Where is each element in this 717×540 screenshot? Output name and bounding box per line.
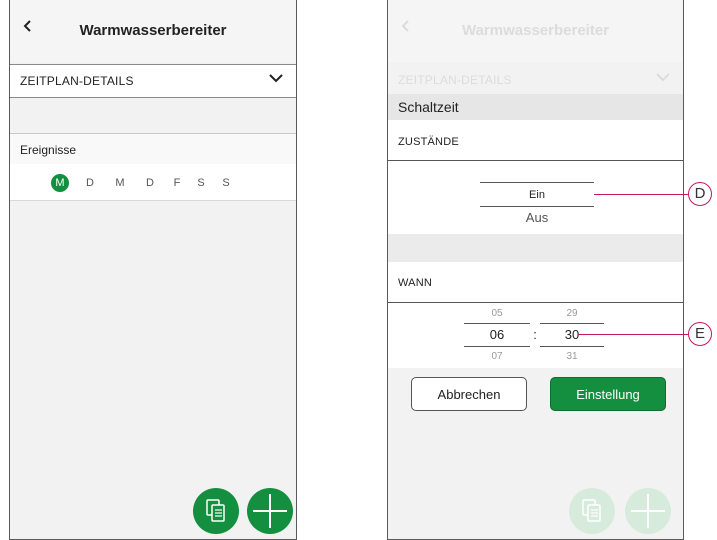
callout-e-label: E — [688, 322, 712, 346]
when-label: WANN — [398, 277, 432, 289]
copy-icon — [206, 499, 225, 522]
copy-schedule-button[interactable] — [193, 488, 239, 534]
chevron-down-icon — [269, 74, 283, 83]
callout-e-leader — [578, 334, 688, 335]
states-section-header: ZUSTÄNDE — [388, 120, 683, 161]
switch-time-header: Schaltzeit — [388, 94, 683, 120]
day-wednesday[interactable]: M — [111, 174, 129, 192]
minute-prev[interactable]: 29 — [540, 308, 604, 319]
app-header: Warmwasserbereiter — [10, 0, 296, 62]
state-selected[interactable]: Ein — [480, 189, 594, 201]
day-monday[interactable]: M — [51, 174, 69, 192]
hour-prev[interactable]: 05 — [464, 308, 530, 319]
events-section-header: Ereignisse — [10, 133, 296, 165]
hour-next[interactable]: 07 — [464, 351, 530, 362]
day-sunday[interactable]: S — [217, 174, 235, 192]
schedule-details-dimmed: ZEITPLAN-DETAILS — [388, 64, 683, 94]
day-tuesday[interactable]: D — [81, 174, 99, 192]
hour-selected[interactable]: 06 — [464, 327, 530, 342]
callout-d-leader — [594, 194, 688, 195]
schedule-details-dropdown[interactable]: ZEITPLAN-DETAILS — [10, 64, 296, 98]
add-event-button-dimmed — [625, 488, 671, 534]
copy-schedule-button-dimmed — [569, 488, 615, 534]
day-friday[interactable]: F — [168, 174, 186, 192]
plus-icon — [631, 494, 665, 528]
when-section-header: WANN — [388, 262, 683, 303]
switch-time-title: Schaltzeit — [398, 99, 459, 115]
set-button[interactable]: Einstellung — [550, 377, 666, 411]
callout-d-label: D — [688, 182, 712, 206]
state-picker[interactable]: Ein Aus — [480, 182, 594, 238]
schedule-details-label-dimmed: ZEITPLAN-DETAILS — [398, 73, 512, 87]
chevron-down-icon — [656, 73, 670, 82]
events-label: Ereignisse — [20, 143, 77, 157]
schedule-details-label: ZEITPLAN-DETAILS — [20, 74, 134, 88]
time-separator: : — [533, 327, 537, 342]
right-phone-screen: Warmwasserbereiter ZEITPLAN-DETAILS Scha… — [387, 0, 684, 540]
minute-next[interactable]: 31 — [540, 351, 604, 362]
page-title: Warmwasserbereiter — [79, 22, 227, 39]
weekday-selector: M D M D F S S — [10, 164, 296, 201]
page-title-dimmed: Warmwasserbereiter — [461, 22, 610, 39]
cancel-button[interactable]: Abbrechen — [411, 377, 527, 411]
states-label: ZUSTÄNDE — [398, 136, 459, 148]
day-thursday[interactable]: D — [141, 174, 159, 192]
add-event-button[interactable] — [247, 488, 293, 534]
state-option-next[interactable]: Aus — [480, 210, 594, 225]
copy-icon — [582, 499, 601, 522]
section-divider — [388, 234, 683, 262]
left-phone-screen: Warmwasserbereiter ZEITPLAN-DETAILS Erei… — [9, 0, 297, 540]
app-header-dimmed: Warmwasserbereiter — [388, 0, 683, 62]
dialog-buttons: Abbrechen Einstellung — [388, 368, 683, 420]
day-saturday[interactable]: S — [192, 174, 210, 192]
switch-time-panel: ZUSTÄNDE Ein Aus WANN 05 06 07 : 29 30 3… — [388, 120, 683, 368]
time-picker[interactable]: 05 06 07 : 29 30 31 — [464, 306, 604, 368]
plus-icon — [253, 494, 287, 528]
